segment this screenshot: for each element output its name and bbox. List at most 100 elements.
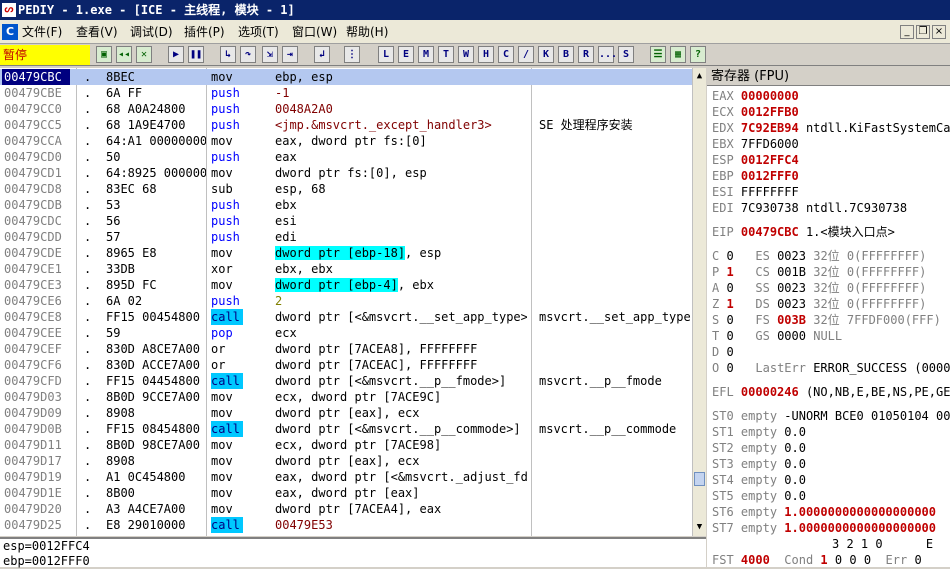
disasm-row[interactable]: 00479CBE. 6A FF push -1 bbox=[0, 85, 692, 101]
disasm-row[interactable]: 00479CD8. 83EC 68 sub esp, 68 bbox=[0, 181, 692, 197]
source-window-button[interactable]: S bbox=[618, 46, 634, 63]
fpu-st6[interactable]: ST6 empty 1.0000000000000000000 bbox=[712, 504, 936, 520]
patches-window-button[interactable]: / bbox=[518, 46, 534, 63]
references-window-button[interactable]: R bbox=[578, 46, 594, 63]
disasm-row[interactable]: 00479D03. 8B0D 9CCE7A00 mov ecx, dword ptr … bbox=[0, 389, 692, 405]
menu-debug[interactable]: 调试(D) bbox=[130, 20, 173, 44]
disassembly-pane[interactable]: ▲ ▼ 00479CBC. 8BEC mov ebp, esp 00479CBE. 6A … bbox=[0, 68, 706, 536]
register-edi[interactable]: EDI 7C930738 ntdll.7C930738 bbox=[712, 200, 907, 216]
help-icon[interactable]: ? bbox=[690, 46, 706, 63]
scroll-down-icon[interactable]: ▼ bbox=[693, 520, 706, 534]
app-icon[interactable]: ᔕ bbox=[2, 3, 16, 17]
disasm-row[interactable]: 00479CE3. 895D FC mov dword ptr [ebp-4], eb… bbox=[0, 277, 692, 293]
disasm-row[interactable]: 00479CD1. 64:8925 00000000 mov dword ptr fs… bbox=[0, 165, 692, 181]
fpu-st3[interactable]: ST3 empty 0.0 bbox=[712, 456, 806, 472]
disasm-row[interactable]: 00479CC5. 68 1A9E4700 push <jmp.&msvcrt._ex… bbox=[0, 117, 692, 133]
disasm-row[interactable]: 00479D17. 8908 mov dword ptr [eax], ecx bbox=[0, 453, 692, 469]
menu-help[interactable]: 帮助(H) bbox=[346, 20, 388, 44]
disasm-row[interactable]: 00479CE8. FF15 00454800 call dword ptr [<&m… bbox=[0, 309, 692, 325]
trace-over-icon[interactable]: ⇥ bbox=[282, 46, 298, 63]
fpu-st1[interactable]: ST1 empty 0.0 bbox=[712, 424, 806, 440]
disasm-row[interactable]: 00479CDE. 8965 E8 mov dword ptr [ebp-18], e… bbox=[0, 245, 692, 261]
flag-p[interactable]: P 1 CS 001B 32位 0(FFFFFFFF) bbox=[712, 264, 926, 280]
disasm-row[interactable]: 00479CE6. 6A 02 push 2 bbox=[0, 293, 692, 309]
step-into-icon[interactable]: ↳ bbox=[220, 46, 236, 63]
cpu-window-button[interactable]: C bbox=[498, 46, 514, 63]
flag-c[interactable]: C 0 ES 0023 32位 0(FFFFFFFF) bbox=[712, 248, 926, 264]
flag-d[interactable]: D 0 bbox=[712, 344, 755, 360]
flag-o[interactable]: O 0 LastErr ERROR_SUCCESS (00000000) bbox=[712, 360, 950, 376]
register-ecx[interactable]: ECX 0012FFB0 bbox=[712, 104, 806, 120]
fpu-st5[interactable]: ST5 empty 0.0 bbox=[712, 488, 806, 504]
restore-icon[interactable]: ❐ bbox=[916, 25, 930, 39]
disasm-row[interactable]: 00479CDB. 53 push ebx bbox=[0, 197, 692, 213]
minimize-icon[interactable]: _ bbox=[900, 25, 914, 39]
fpu-st7[interactable]: ST7 empty 1.0000000000000000000 bbox=[712, 520, 936, 536]
register-esp[interactable]: ESP 0012FFC4 bbox=[712, 152, 806, 168]
disasm-row[interactable]: 00479CE1. 33DB xor ebx, ebx bbox=[0, 261, 692, 277]
disasm-row[interactable]: 00479D19. A1 0C454800 mov eax, dword ptr [<… bbox=[0, 469, 692, 485]
disasm-row[interactable]: 00479CFD. FF15 04454800 call dword ptr [<&m… bbox=[0, 373, 692, 389]
disasm-row[interactable]: 00479D09. 8908 mov dword ptr [eax], ecx bbox=[0, 405, 692, 421]
fpu-st4[interactable]: ST4 empty 0.0 bbox=[712, 472, 806, 488]
register-efl[interactable]: EFL 00000246 (NO,NB,E,BE,NS,PE,GE,LE) bbox=[712, 384, 950, 400]
flag-z[interactable]: Z 1 DS 0023 32位 0(FFFFFFFF) bbox=[712, 296, 926, 312]
modules-window-button[interactable]: E bbox=[398, 46, 414, 63]
close-icon[interactable]: × bbox=[932, 25, 946, 39]
register-eip[interactable]: EIP 00479CBC 1.<模块入口点> bbox=[712, 224, 895, 240]
disasm-row[interactable]: 00479D1E. 8B00 mov eax, dword ptr [eax] bbox=[0, 485, 692, 501]
disasm-row[interactable]: 00479CEE. 59 pop ecx bbox=[0, 325, 692, 341]
goto-icon[interactable]: ⋮ bbox=[344, 46, 360, 63]
menu-file[interactable]: 文件(F) bbox=[22, 20, 62, 44]
restart-icon[interactable]: ◂◂ bbox=[116, 46, 132, 63]
breakpoints-window-button[interactable]: B bbox=[558, 46, 574, 63]
trace-into-icon[interactable]: ⇲ bbox=[262, 46, 278, 63]
flag-s[interactable]: S 0 FS 003B 32位 7FFDF000(FFF) bbox=[712, 312, 941, 328]
register-eax[interactable]: EAX 00000000 bbox=[712, 88, 806, 104]
disasm-row[interactable]: 00479D20. A3 A4CE7A00 mov dword ptr [7ACEA4… bbox=[0, 501, 692, 517]
fpu-status[interactable]: FST 4000 Cond 1 0 0 0 Err 0 bbox=[712, 552, 922, 567]
flag-t[interactable]: T 0 GS 0000 NULL bbox=[712, 328, 849, 344]
windows-window-button[interactable]: W bbox=[458, 46, 474, 63]
scroll-up-icon[interactable]: ▲ bbox=[693, 69, 706, 83]
fpu-st2[interactable]: ST2 empty 0.0 bbox=[712, 440, 806, 456]
step-over-icon[interactable]: ↷ bbox=[240, 46, 256, 63]
pause-icon[interactable]: ❚❚ bbox=[188, 46, 204, 63]
disasm-row[interactable]: 00479D0B. FF15 08454800 call dword ptr [<&m… bbox=[0, 421, 692, 437]
handles-window-button[interactable]: H bbox=[478, 46, 494, 63]
close-process-icon[interactable]: ✕ bbox=[136, 46, 152, 63]
disasm-row[interactable]: 00479CEF. 830D A8CE7A00 FF or dword ptr [7A… bbox=[0, 341, 692, 357]
register-ebx[interactable]: EBX 7FFD6000 bbox=[712, 136, 806, 152]
disasm-row[interactable]: 00479CF6. 830D ACCE7A00 FF or dword ptr [7A… bbox=[0, 357, 692, 373]
disasm-row[interactable]: 00479CCA. 64:A1 00000000 mov eax, dword ptr… bbox=[0, 133, 692, 149]
disasm-row[interactable]: 00479CC0. 68 A0A24800 push 0048A2A0 bbox=[0, 101, 692, 117]
options-grid-icon[interactable]: ▦ bbox=[670, 46, 686, 63]
register-ebp[interactable]: EBP 0012FFF0 bbox=[712, 168, 806, 184]
cpu-window-icon[interactable]: C bbox=[2, 24, 18, 40]
disasm-row[interactable]: 00479D11. 8B0D 98CE7A00 mov ecx, dword ptr … bbox=[0, 437, 692, 453]
disasm-row[interactable]: 00479CBC. 8BEC mov ebp, esp bbox=[0, 69, 692, 85]
disasm-row[interactable]: 00479CDC. 56 push esi bbox=[0, 213, 692, 229]
execute-till-return-icon[interactable]: ↲ bbox=[314, 46, 330, 63]
scroll-thumb[interactable] bbox=[694, 472, 705, 486]
registers-pane[interactable]: 寄存器 (FPU) EAX 00000000 ECX 0012FFB0 EDX … bbox=[707, 68, 950, 567]
menu-window[interactable]: 窗口(W) bbox=[292, 20, 337, 44]
list-view-icon[interactable]: ☰ bbox=[650, 46, 666, 63]
menu-options[interactable]: 选项(T) bbox=[238, 20, 279, 44]
menu-view[interactable]: 查看(V) bbox=[76, 20, 118, 44]
disasm-row[interactable]: 00479CD0. 50 push eax bbox=[0, 149, 692, 165]
register-esi[interactable]: ESI FFFFFFFF bbox=[712, 184, 806, 200]
fpu-st0[interactable]: ST0 empty -UNORM BCE0 01050104 00000000 bbox=[712, 408, 950, 424]
register-edx[interactable]: EDX 7C92EB94 ntdll.KiFastSystemCallRet bbox=[712, 120, 950, 136]
log-window-button[interactable]: L bbox=[378, 46, 394, 63]
memory-window-button[interactable]: M bbox=[418, 46, 434, 63]
menu-plugins[interactable]: 插件(P) bbox=[184, 20, 225, 44]
call-stack-button[interactable]: K bbox=[538, 46, 554, 63]
threads-window-button[interactable]: T bbox=[438, 46, 454, 63]
open-icon[interactable]: ▣ bbox=[96, 46, 112, 63]
run-icon[interactable]: ▶ bbox=[168, 46, 184, 63]
flag-a[interactable]: A 0 SS 0023 32位 0(FFFFFFFF) bbox=[712, 280, 926, 296]
run-trace-button[interactable]: ... bbox=[598, 46, 617, 63]
disasm-row[interactable]: 00479D25. E8 29010000 call 00479E53 bbox=[0, 517, 692, 533]
disasm-row[interactable]: 00479CDD. 57 push edi bbox=[0, 229, 692, 245]
